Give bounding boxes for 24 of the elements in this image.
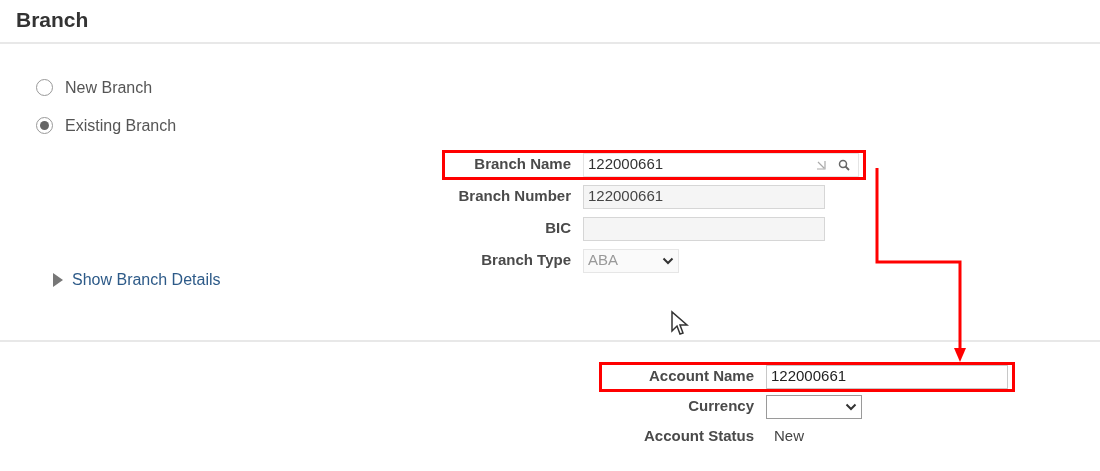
mouse-pointer-icon: [670, 309, 690, 336]
radio-button[interactable]: [36, 117, 53, 134]
chevron-down-icon: [662, 256, 674, 265]
field-label: Branch Type: [480, 250, 571, 271]
input-field[interactable]: 122000661: [766, 364, 1008, 389]
field-value: 122000661: [588, 154, 665, 175]
search-icon[interactable]: [838, 158, 850, 171]
show-details-link[interactable]: Show Branch Details: [72, 267, 221, 292]
dropdown[interactable]: [766, 394, 862, 419]
radio-label: Existing Branch: [65, 115, 177, 136]
field-label: BIC: [544, 218, 571, 239]
field-label: Currency: [687, 396, 754, 417]
field-label: Branch Name: [473, 154, 571, 175]
radio-button[interactable]: [36, 79, 53, 96]
field-label: Account Status: [643, 425, 754, 446]
triangle-right-icon[interactable]: [52, 271, 64, 288]
resize-icon: [816, 159, 826, 170]
lookup-field[interactable]: 122000661: [583, 152, 859, 177]
radio-label: New Branch: [65, 77, 153, 98]
field-value: New: [773, 425, 804, 446]
section-title: Branch: [16, 7, 90, 33]
field-label: Branch Number: [457, 186, 571, 207]
chevron-down-icon: [845, 402, 857, 411]
field-label: Account Name: [647, 366, 754, 387]
